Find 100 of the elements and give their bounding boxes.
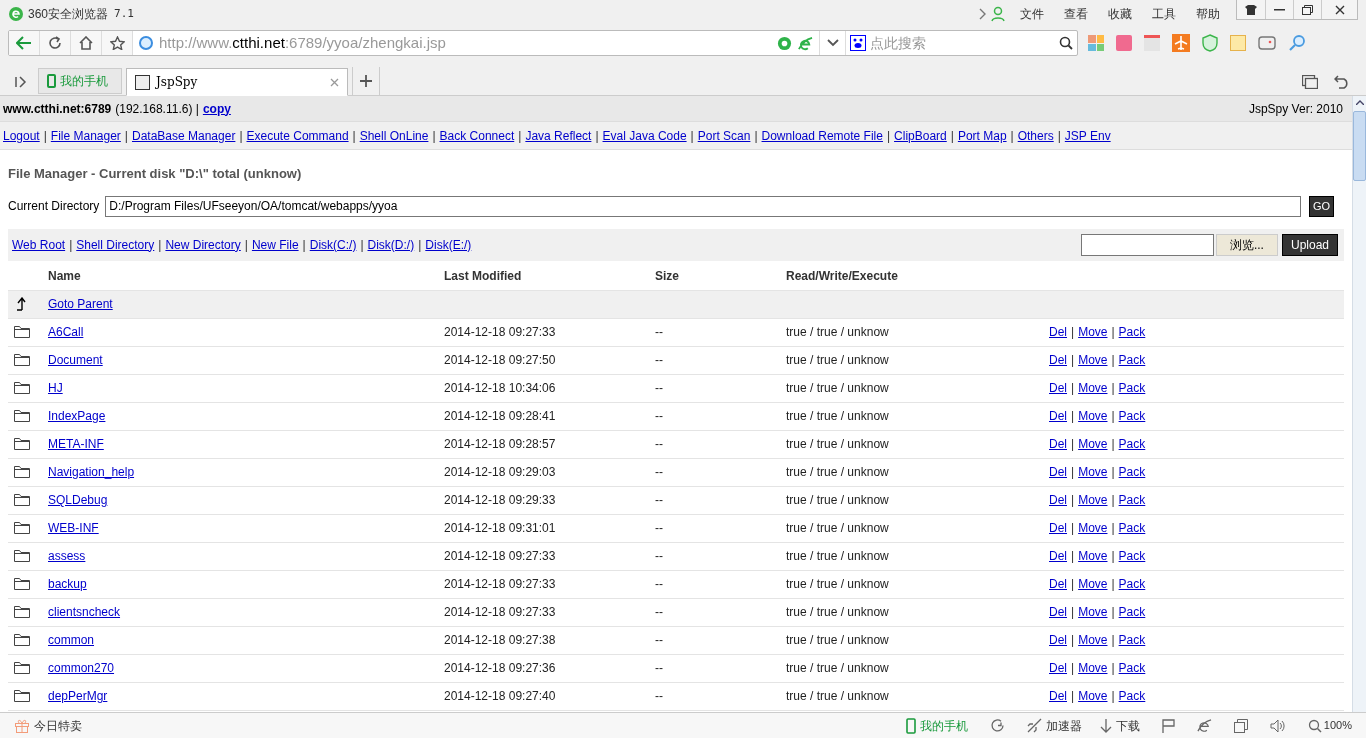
zoom-level[interactable]: 100% <box>1323 717 1352 734</box>
toolbar-link[interactable]: New Directory <box>165 235 241 254</box>
action-link[interactable]: Pack <box>1118 659 1146 677</box>
action-link[interactable]: Del <box>1049 547 1067 565</box>
gamepad-icon[interactable] <box>1258 36 1276 50</box>
nav-link[interactable]: Java Reflect <box>525 126 592 145</box>
scroll-up-icon[interactable] <box>1355 100 1364 105</box>
folder-link[interactable]: depPerMgr <box>48 687 108 705</box>
action-link[interactable]: Del <box>1049 603 1067 621</box>
folder-link[interactable]: SQLDebug <box>48 491 108 509</box>
flag-icon[interactable] <box>1161 718 1175 733</box>
toolbar-link[interactable]: New File <box>251 235 299 254</box>
action-link[interactable]: Del <box>1049 659 1067 677</box>
nav-link[interactable]: Port Map <box>957 126 1007 145</box>
action-link[interactable]: Del <box>1049 519 1067 537</box>
action-link[interactable]: Move <box>1078 575 1108 593</box>
calendar-icon[interactable] <box>1144 35 1160 51</box>
action-link[interactable]: Del <box>1049 491 1067 509</box>
menu-item[interactable]: 工具 <box>1152 5 1176 23</box>
nav-link[interactable]: Back Connect <box>439 126 515 145</box>
chevron-icon[interactable] <box>978 8 986 20</box>
shirt-icon[interactable] <box>1245 4 1257 15</box>
nav-link[interactable]: Others <box>1017 126 1054 145</box>
folder-link[interactable]: Document <box>48 351 103 369</box>
nav-link[interactable]: ClipBoard <box>894 126 947 145</box>
action-link[interactable]: Pack <box>1118 407 1146 425</box>
new-tab-icon[interactable] <box>360 75 372 87</box>
action-link[interactable]: Pack <box>1118 379 1146 397</box>
folder-link[interactable]: backup <box>48 575 87 593</box>
folder-link[interactable]: A6Call <box>48 323 84 341</box>
action-link[interactable]: Del <box>1049 687 1067 705</box>
nav-link[interactable]: Eval Java Code <box>602 126 687 145</box>
action-link[interactable]: Pack <box>1118 463 1146 481</box>
nav-link[interactable]: File Manager <box>50 126 121 145</box>
action-link[interactable]: Pack <box>1118 547 1146 565</box>
nav-link[interactable]: Port Scan <box>697 126 751 145</box>
action-link[interactable]: Del <box>1049 463 1067 481</box>
action-link[interactable]: Move <box>1078 491 1108 509</box>
action-link[interactable]: Move <box>1078 631 1108 649</box>
folder-link[interactable]: HJ <box>48 379 63 397</box>
action-link[interactable]: Pack <box>1118 519 1146 537</box>
go-button[interactable]: GO <box>1308 195 1334 217</box>
action-link[interactable]: Move <box>1078 547 1108 565</box>
maximize-icon[interactable] <box>1302 4 1313 15</box>
nav-link[interactable]: Logout <box>3 126 40 145</box>
speaker-icon[interactable] <box>1269 718 1286 733</box>
action-link[interactable]: Move <box>1078 687 1108 705</box>
action-link[interactable]: Move <box>1078 351 1108 369</box>
toolbar-link[interactable]: Web Root <box>12 235 66 254</box>
menu-item[interactable]: 帮助 <box>1196 5 1220 23</box>
folder-link[interactable]: WEB-INF <box>48 519 99 537</box>
browse-button[interactable]: 浏览... <box>1215 233 1278 256</box>
action-link[interactable]: Pack <box>1118 351 1146 369</box>
action-link[interactable]: Move <box>1078 323 1108 341</box>
folder-link[interactable]: common <box>48 631 94 649</box>
action-link[interactable]: Move <box>1078 603 1108 621</box>
toolbar-link[interactable]: Shell Directory <box>76 235 155 254</box>
refresh-icon[interactable] <box>989 718 1005 733</box>
action-link[interactable]: Pack <box>1118 435 1146 453</box>
action-link[interactable]: Pack <box>1118 631 1146 649</box>
accelerator-link[interactable]: 加速器 <box>1045 716 1082 735</box>
toolbar-link[interactable]: Disk(D:/) <box>367 235 415 254</box>
action-link[interactable]: Del <box>1049 323 1067 341</box>
menu-item[interactable]: 文件 <box>1020 5 1044 23</box>
file-path-field[interactable] <box>1080 233 1214 256</box>
folder-link[interactable]: clientsncheck <box>48 603 121 621</box>
undo-icon[interactable] <box>1334 75 1350 89</box>
action-link[interactable]: Del <box>1049 351 1067 369</box>
nav-link[interactable]: Shell OnLine <box>359 126 429 145</box>
download-link[interactable]: 下载 <box>1115 716 1140 735</box>
plane-icon[interactable] <box>1172 34 1190 52</box>
scrollbar-thumb[interactable] <box>1353 111 1366 181</box>
browser-tab[interactable]: JspSpy <box>126 68 348 96</box>
action-link[interactable]: Del <box>1049 407 1067 425</box>
phone-icon[interactable] <box>905 717 916 734</box>
phone-link[interactable]: 我的手机 <box>919 716 968 735</box>
folder-link[interactable]: Navigation_help <box>48 463 135 481</box>
action-link[interactable]: Pack <box>1118 491 1146 509</box>
action-link[interactable]: Del <box>1049 435 1067 453</box>
action-link[interactable]: Move <box>1078 463 1108 481</box>
close-icon[interactable] <box>1334 4 1345 15</box>
minimize-icon[interactable] <box>1274 8 1285 11</box>
directory-field[interactable]: D:/Program Files/UFseeyon/OA/tomcat/webapps/yyoa <box>105 195 1301 217</box>
folder-link[interactable]: IndexPage <box>48 407 106 425</box>
action-link[interactable]: Del <box>1049 379 1067 397</box>
action-link[interactable]: Move <box>1078 435 1108 453</box>
download-icon[interactable] <box>1099 718 1112 733</box>
folder-link[interactable]: assess <box>48 547 86 565</box>
nav-link[interactable]: Execute Command <box>246 126 349 145</box>
magnifier-icon[interactable] <box>1288 34 1306 52</box>
action-link[interactable]: Del <box>1049 575 1067 593</box>
sidebar-toggle-icon[interactable] <box>15 76 27 88</box>
deals-link[interactable]: 今日特卖 <box>34 716 82 735</box>
action-link[interactable]: Move <box>1078 519 1108 537</box>
tabs-list-icon[interactable] <box>1302 75 1318 89</box>
action-link[interactable]: Pack <box>1118 687 1146 705</box>
toolbar-link[interactable]: Disk(C:/) <box>309 235 357 254</box>
action-link[interactable]: Move <box>1078 659 1108 677</box>
action-link[interactable]: Pack <box>1118 603 1146 621</box>
folder-link[interactable]: META-INF <box>48 435 104 453</box>
